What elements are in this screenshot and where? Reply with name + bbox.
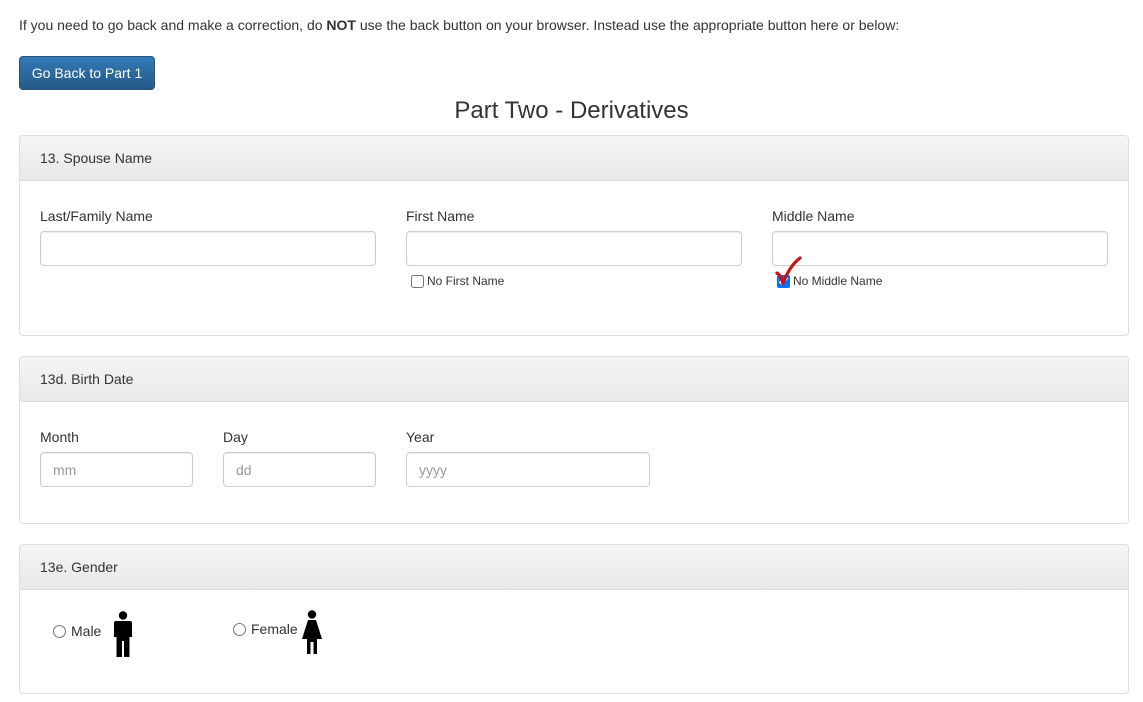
female-label: Female <box>251 621 298 637</box>
gender-panel: 13e. Gender Male Female <box>19 544 1129 694</box>
male-radio[interactable] <box>53 624 66 638</box>
notice-prefix: If you need to go back and make a correc… <box>19 17 327 33</box>
gender-heading: 13e. Gender <box>20 545 1128 590</box>
gender-option-male[interactable]: Male <box>53 623 101 639</box>
page-title: Part Two - Derivatives <box>454 97 689 124</box>
spouse-name-panel: 13. Spouse Name Last/Family Name First N… <box>19 135 1129 336</box>
gender-option-female[interactable]: Female <box>233 621 298 637</box>
spouse-name-heading: 13. Spouse Name <box>20 136 1128 181</box>
go-back-to-part-1-button[interactable]: Go Back to Part 1 <box>19 56 155 90</box>
first-name-label: First Name <box>406 208 475 224</box>
no-first-name-checkbox[interactable] <box>411 274 424 288</box>
middle-name-label: Middle Name <box>772 208 855 224</box>
day-input[interactable] <box>223 452 376 487</box>
female-person-icon <box>302 610 322 654</box>
notice-emphasis: NOT <box>326 17 356 33</box>
first-name-input[interactable] <box>406 231 742 266</box>
day-label: Day <box>223 429 248 445</box>
no-middle-name-option[interactable]: No Middle Name <box>777 274 882 288</box>
no-first-name-label: No First Name <box>427 274 505 288</box>
no-middle-name-label: No Middle Name <box>793 274 883 288</box>
notice-suffix: use the back button on your browser. Ins… <box>355 17 900 33</box>
year-input[interactable] <box>406 452 650 487</box>
male-label: Male <box>71 623 102 639</box>
no-middle-name-checkbox[interactable] <box>777 274 790 288</box>
middle-name-input[interactable] <box>772 231 1108 266</box>
last-name-label: Last/Family Name <box>40 208 153 224</box>
last-name-input[interactable] <box>40 231 376 266</box>
birth-date-panel: 13d. Birth Date Month Day Year <box>19 356 1129 524</box>
year-label: Year <box>406 429 435 445</box>
male-person-icon <box>114 611 132 657</box>
month-label: Month <box>40 429 79 445</box>
female-radio[interactable] <box>233 622 246 636</box>
month-input[interactable] <box>40 452 193 487</box>
birth-date-heading: 13d. Birth Date <box>20 357 1128 402</box>
correction-notice: If you need to go back and make a correc… <box>19 17 899 33</box>
no-first-name-option[interactable]: No First Name <box>411 274 504 288</box>
